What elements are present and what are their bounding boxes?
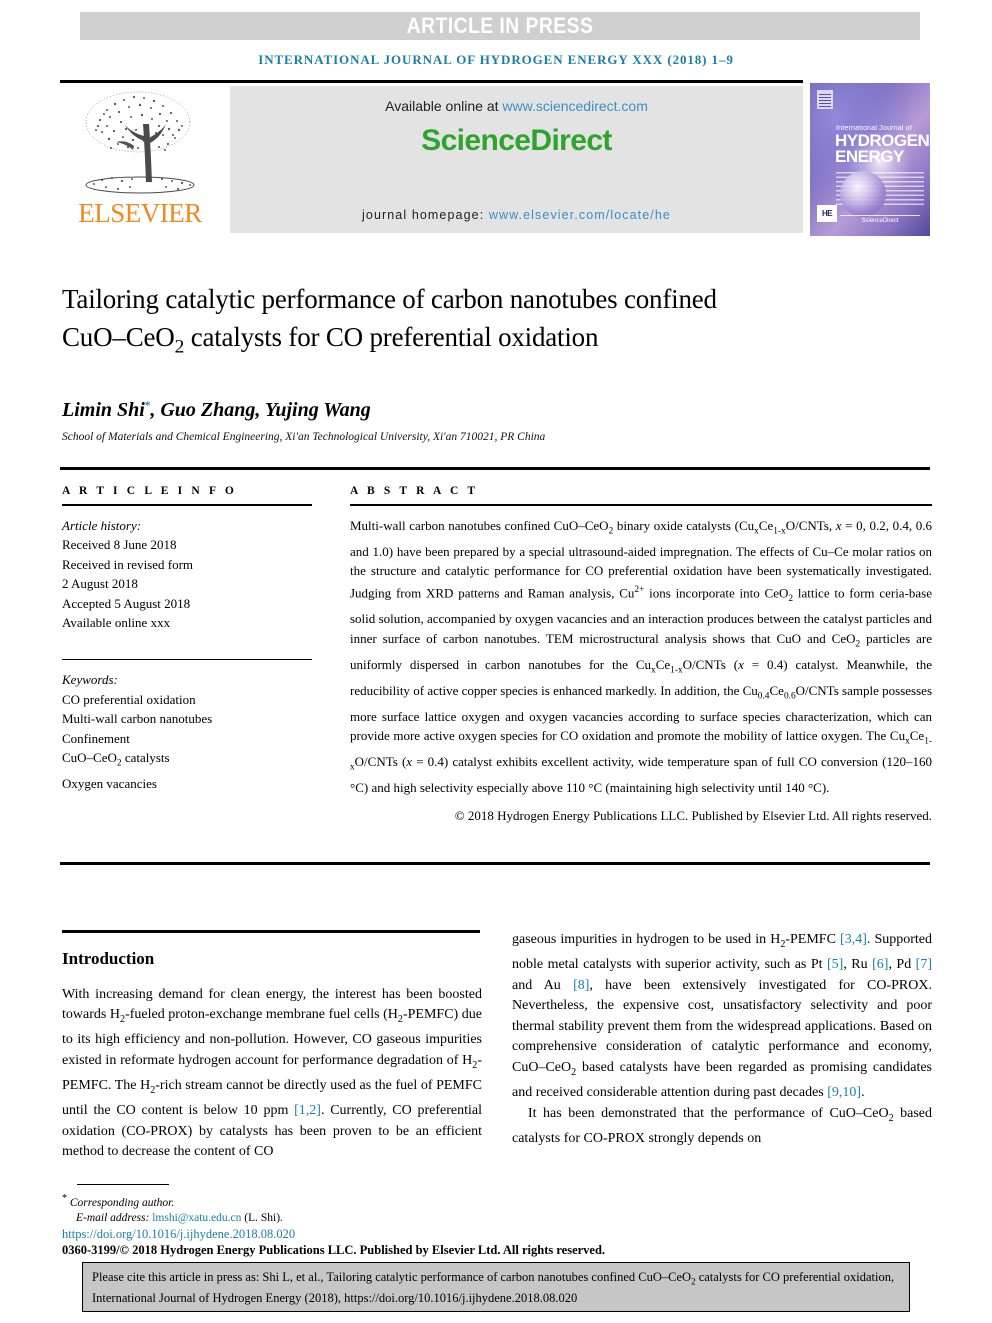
section-heading-introduction: Introduction [62,948,155,968]
article-in-press-label: ARTICLE IN PRESS [406,13,594,38]
asterisk-icon: * [62,1193,67,1204]
reference-link-6[interactable]: [6] [872,957,888,972]
author-list: Limin Shi*, Guo Zhang, Yujing Wang [62,399,371,421]
intro-paragraph-left: With increasing demand for clean energy,… [62,986,482,1160]
corresponding-author-text: Corresponding author. [69,1196,175,1209]
elsevier-wordmark: ELSEVIER [78,198,202,228]
sciencedirect-block: Available online at www.sciencedirect.co… [230,86,803,233]
article-history-item: Accepted 5 August 2018 [62,595,191,611]
info-top-rule [60,467,930,470]
keyword-item: CuO–CeO2 catalysts [62,750,170,769]
available-online-line: Available online at www.sciencedirect.co… [230,98,803,114]
article-in-press-banner: ARTICLE IN PRESS [80,12,920,40]
reference-link-7[interactable]: [7] [916,957,932,972]
affiliation: School of Materials and Chemical Enginee… [62,431,546,443]
journal-running-head: INTERNATIONAL JOURNAL OF HYDROGEN ENERGY… [258,52,734,67]
article-history-item: Received in revised form [62,556,194,572]
journal-homepage-line: journal homepage: www.elsevier.com/locat… [230,208,803,222]
keywords-block: Keywords: CO preferential oxidation Mult… [62,658,312,794]
article-page: ARTICLE IN PRESS INTERNATIONAL JOURNAL O… [0,0,992,1323]
article-history-item: Received 8 June 2018 [62,537,177,552]
abstract-body: Multi-wall carbon nanotubes confined CuO… [350,517,933,796]
cover-imprint-logo: HE [817,205,837,222]
reference-link-5[interactable]: [5] [827,957,843,972]
email-label: E-mail address: [76,1212,153,1225]
doi-link[interactable]: https://doi.org/10.1016/j.ijhydene.2018.… [62,1227,762,1242]
keywords-rule [62,658,312,660]
article-info-heading: A R T I C L E I N F O [62,485,237,497]
cover-sphere-graphic [840,171,886,217]
journal-homepage-prefix: journal homepage: [362,208,489,222]
footnote-block: * Corresponding author. E-mail address: … [62,1191,492,1227]
article-info-rule [62,504,312,506]
elsevier-logo-block: ELSEVIER [60,83,220,236]
elsevier-tree-icon [74,86,206,198]
cite-this-article-box: Please cite this article in press as: Sh… [82,1262,910,1312]
article-history-item: 2 August 2018 [62,576,138,591]
corresponding-author-note: * Corresponding author. [62,1191,492,1211]
intro-paragraph-right-2: It has been demonstrated that the perfor… [512,1105,932,1146]
issn-copyright-line: 0360-3199/© 2018 Hydrogen Energy Publica… [62,1243,606,1257]
sciencedirect-logo[interactable]: ScienceDirect [230,124,803,158]
keyword-item: Oxygen vacancies [62,776,157,792]
article-history-item: Available online xxx [62,615,171,630]
article-history-label: Article history: [62,517,142,533]
keyword-item: CO preferential oxidation [62,691,196,707]
reference-link-3-4[interactable]: [3,4] [840,932,867,947]
abstract-column: A B S T R A C T Multi-wall carbon nanotu… [350,485,932,825]
keywords-label: Keywords: [62,672,118,687]
cover-title-energy: ENERGY [835,147,904,166]
cover-badge-icon [817,90,833,109]
email-suffix: (L. Shi). [241,1212,283,1225]
sciencedirect-link[interactable]: www.sciencedirect.com [502,98,648,114]
body-column-right: gaseous impurities in hydrogen to be use… [512,930,932,1149]
reference-link-8[interactable]: [8] [573,978,589,993]
intro-paragraph-right-1: gaseous impurities in hydrogen to be use… [512,932,932,1101]
intro-section-rule [62,930,480,933]
email-link[interactable]: lmshi@xatu.edu.cn [152,1212,241,1224]
footnote-rule [77,1184,169,1186]
journal-homepage-link[interactable]: www.elsevier.com/locate/he [489,208,671,222]
reference-link-9-10[interactable]: [9,10] [827,1085,861,1100]
keyword-item: Multi-wall carbon nanotubes [62,711,213,726]
abstract-copyright: © 2018 Hydrogen Energy Publications LLC.… [454,807,932,823]
page-title: Tailoring catalytic performance of carbo… [62,284,717,358]
cite-this-article-text: Please cite this article in press as: Sh… [92,1270,895,1305]
journal-cover-image: International Journal of HYDROGEN ENERGY… [810,83,930,236]
journal-cover-thumbnail: International Journal of HYDROGEN ENERGY… [810,83,930,236]
email-note: E-mail address: lmshi@xatu.edu.cn (L. Sh… [62,1211,492,1227]
keyword-item: Confinement [62,730,130,746]
abstract-rule [350,504,932,506]
article-info-column: A R T I C L E I N F O Article history: R… [62,485,312,794]
masthead: ELSEVIER Available online at www.science… [60,83,803,236]
cover-badge-lines [819,92,831,107]
abstract-heading: A B S T R A C T [350,485,479,497]
info-bottom-rule [60,862,930,865]
corresponding-author-marker: * [144,399,151,412]
body-column-left: Introduction With increasing demand for … [62,930,482,1163]
reference-link-1-2[interactable]: [1,2] [294,1103,321,1118]
cover-publisher-footer: ScienceDirect [840,215,920,224]
available-online-prefix: Available online at [385,98,503,114]
